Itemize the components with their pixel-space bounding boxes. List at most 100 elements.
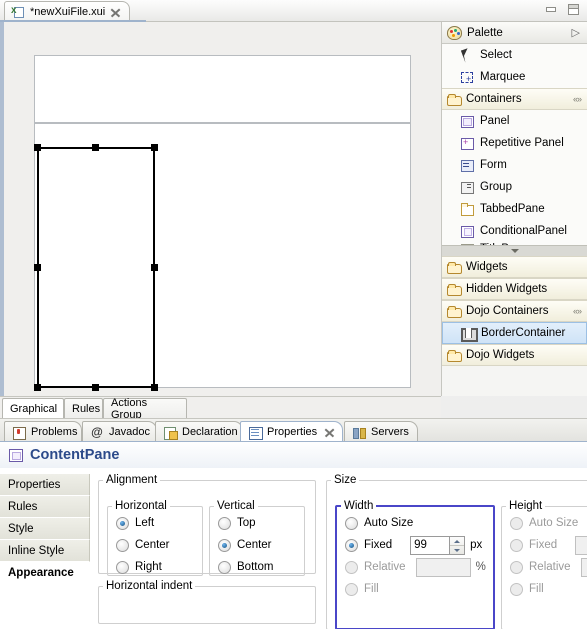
palette-section-hidden-widgets[interactable]: Hidden Widgets bbox=[442, 278, 587, 300]
resize-handle-top-center[interactable] bbox=[92, 144, 99, 151]
palette-item-bordercontainer[interactable]: BorderContainer bbox=[442, 322, 587, 344]
resize-handle-bottom-right[interactable] bbox=[151, 384, 158, 391]
width-relative-input[interactable] bbox=[415, 557, 471, 577]
radio-width-auto-size[interactable]: Auto Size bbox=[337, 512, 493, 534]
triangle-right-icon[interactable]: ▷ bbox=[572, 26, 580, 39]
editor-tab-xui-file[interactable]: x *newXuiFile.xui bbox=[4, 1, 131, 22]
palette-section-widgets[interactable]: Widgets bbox=[442, 256, 587, 278]
radio-indicator bbox=[116, 560, 129, 574]
radio-vertical-bottom[interactable]: Bottom bbox=[210, 556, 304, 578]
properties-tab-appearance[interactable]: Appearance bbox=[0, 562, 90, 584]
appearance-form: Alignment Horizontal Left Center Right V… bbox=[90, 468, 587, 629]
properties-tab-style[interactable]: Style bbox=[0, 518, 90, 540]
radio-vertical-center[interactable]: Center bbox=[210, 534, 304, 556]
resize-handle-top-left[interactable] bbox=[34, 144, 41, 151]
palette-item-label: Panel bbox=[480, 115, 510, 127]
palette-item-group[interactable]: Group bbox=[442, 176, 587, 198]
palette-tools: Select Marquee bbox=[442, 44, 587, 88]
palette-scroll-down-indicator[interactable] bbox=[442, 245, 587, 256]
radio-width-fill[interactable]: Fill bbox=[337, 578, 493, 600]
palette-item-titlepane[interactable]: TitlePane bbox=[442, 242, 587, 256]
properties-tab-label: Inline Style bbox=[8, 544, 65, 557]
resize-handle-bottom-left[interactable] bbox=[34, 384, 41, 391]
palette-section-label: Dojo Containers bbox=[466, 305, 549, 317]
properties-icon bbox=[248, 426, 263, 440]
tab-actions-group[interactable]: Actions Group bbox=[103, 397, 187, 421]
width-legend: Width bbox=[344, 500, 374, 512]
radio-height-auto-size[interactable]: Auto Size bbox=[502, 512, 587, 534]
open-folder-icon bbox=[447, 93, 462, 106]
palette-item-label: BorderContainer bbox=[481, 327, 566, 339]
palette-item-marquee[interactable]: Marquee bbox=[442, 66, 587, 88]
radio-horizontal-left[interactable]: Left bbox=[108, 512, 202, 534]
tab-javadoc[interactable]: @ Javadoc bbox=[82, 421, 157, 442]
minimize-button[interactable] bbox=[544, 3, 559, 17]
tab-declaration[interactable]: Declaration bbox=[155, 421, 243, 442]
tab-servers[interactable]: Servers bbox=[344, 421, 418, 442]
width-group: Width Auto Size Fixed 99 px Relative % F… bbox=[335, 500, 495, 629]
bottom-view-stack: Problems @ Javadoc Declaration Propertie… bbox=[0, 418, 587, 629]
resize-handle-top-right[interactable] bbox=[151, 144, 158, 151]
xui-file-icon: x bbox=[11, 5, 25, 19]
palette-item-label: Form bbox=[480, 159, 507, 171]
palette-header[interactable]: Palette ▷ bbox=[442, 22, 587, 44]
radio-indicator bbox=[116, 516, 129, 530]
vertical-alignment-group: Vertical Top Center Bottom bbox=[209, 500, 305, 576]
radio-vertical-top[interactable]: Top bbox=[210, 512, 304, 534]
palette-section-label: Widgets bbox=[466, 261, 508, 273]
palette-item-label: TabbedPane bbox=[480, 203, 545, 215]
tab-graphical[interactable]: Graphical bbox=[2, 398, 64, 419]
radio-indicator bbox=[510, 560, 523, 574]
palette-item-form[interactable]: Form bbox=[442, 154, 587, 176]
editor-titlebar: x *newXuiFile.xui bbox=[0, 0, 587, 22]
palette-item-conditionalpanel[interactable]: ConditionalPanel bbox=[442, 220, 587, 242]
tab-problems[interactable]: Problems bbox=[4, 421, 82, 442]
palette-section-containers[interactable]: Containers «» bbox=[442, 88, 587, 110]
palette-item-repetitive-panel[interactable]: Repetitive Panel bbox=[442, 132, 587, 154]
properties-tab-properties[interactable]: Properties bbox=[0, 474, 90, 496]
palette-section-dojo-widgets[interactable]: Dojo Widgets bbox=[442, 344, 587, 366]
palette-section-dojo-containers[interactable]: Dojo Containers «» bbox=[442, 300, 587, 322]
radio-indicator bbox=[116, 538, 129, 552]
resize-handle-bottom-center[interactable] bbox=[92, 384, 99, 391]
radio-height-relative[interactable]: Relative bbox=[502, 556, 587, 578]
spinner-down-icon[interactable] bbox=[450, 546, 464, 554]
canvas-top-pane[interactable] bbox=[34, 55, 411, 123]
radio-label: Center bbox=[135, 539, 170, 551]
spinner-up-icon[interactable] bbox=[450, 537, 465, 546]
horizontal-indent-group: Horizontal indent bbox=[98, 580, 316, 624]
radio-height-fixed[interactable]: Fixed bbox=[502, 534, 587, 556]
radio-width-relative[interactable]: Relative % bbox=[337, 556, 493, 578]
width-fixed-input[interactable]: 99 bbox=[410, 535, 451, 555]
tab-rules[interactable]: Rules bbox=[64, 398, 103, 419]
resize-handle-middle-right[interactable] bbox=[151, 264, 158, 271]
palette-item-select[interactable]: Select bbox=[442, 44, 587, 66]
radio-indicator bbox=[218, 560, 231, 574]
tab-rules-label: Rules bbox=[72, 403, 101, 415]
maximize-button[interactable] bbox=[566, 3, 581, 17]
width-fixed-spinner[interactable] bbox=[450, 535, 466, 555]
palette-item-tabbedpane[interactable]: TabbedPane bbox=[442, 198, 587, 220]
properties-tab-inline-style[interactable]: Inline Style bbox=[0, 540, 90, 562]
collapse-chevrons-icon[interactable]: «» bbox=[573, 306, 582, 316]
close-icon[interactable] bbox=[324, 427, 333, 438]
resize-handle-middle-left[interactable] bbox=[34, 264, 41, 271]
height-fixed-input[interactable] bbox=[575, 535, 587, 555]
properties-tab-rules[interactable]: Rules bbox=[0, 496, 90, 518]
servers-icon bbox=[352, 426, 366, 439]
tab-properties[interactable]: Properties bbox=[240, 421, 343, 444]
border-container-icon bbox=[460, 326, 478, 342]
radio-indicator bbox=[345, 516, 358, 530]
height-relative-input[interactable] bbox=[580, 557, 587, 577]
collapse-chevrons-icon[interactable]: «» bbox=[573, 94, 582, 104]
close-icon[interactable] bbox=[110, 7, 121, 18]
radio-height-fill[interactable]: Fill bbox=[502, 578, 587, 600]
design-canvas[interactable] bbox=[0, 22, 441, 396]
radio-horizontal-center[interactable]: Center bbox=[108, 534, 202, 556]
palette-item-panel[interactable]: Panel bbox=[442, 110, 587, 132]
problems-icon bbox=[12, 426, 26, 440]
radio-horizontal-right[interactable]: Right bbox=[108, 556, 202, 578]
selected-content-pane[interactable] bbox=[37, 147, 155, 388]
radio-width-fixed[interactable]: Fixed 99 px bbox=[337, 534, 493, 556]
radio-label: Right bbox=[135, 561, 162, 573]
